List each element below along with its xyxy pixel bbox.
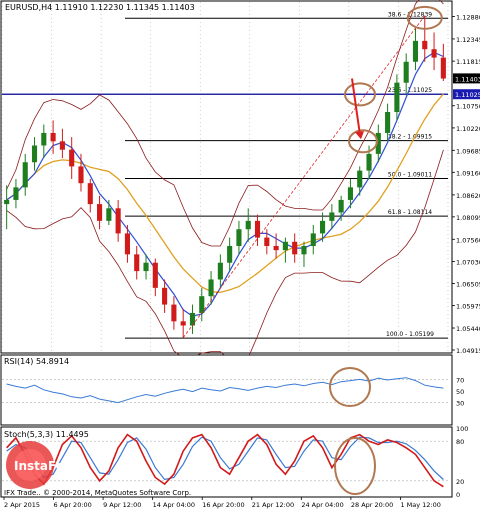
candle-body <box>292 241 298 255</box>
candle-body <box>22 162 28 188</box>
x-tick-label: 21 Apr 12:00 <box>252 501 294 509</box>
candle-body <box>143 262 149 272</box>
candle-body <box>189 312 196 326</box>
rsi-y-tick-label: 70 <box>456 376 464 384</box>
candle-body <box>199 296 205 313</box>
candle-body <box>394 82 400 113</box>
rsi-y-axis: 70 50 30 <box>456 376 464 407</box>
y-tick-label: 1.10220 <box>456 125 480 133</box>
candle-body <box>152 262 158 288</box>
rsi-y-tick-label: 30 <box>456 400 464 408</box>
candle-body <box>236 229 242 246</box>
x-tick-label: 9 Apr 12:00 <box>103 501 141 509</box>
main-panel-frame <box>0 0 453 354</box>
candle-body <box>134 254 140 272</box>
fib-label: 61.8 - 1.08114 <box>388 209 432 216</box>
stoch-y-tick-label: 100 <box>456 425 468 433</box>
candle-body <box>431 49 437 58</box>
instaforex-brand: InstaForex <box>14 459 86 473</box>
candle-body <box>366 153 372 171</box>
rsi-title: RSI(14) 54.8914 <box>4 357 69 366</box>
y-tick-label: 1.10750 <box>456 103 480 111</box>
y-tick-label: 1.12345 <box>456 36 480 44</box>
candle-body <box>13 187 19 200</box>
candle-body <box>41 132 47 146</box>
candle-body <box>422 40 428 50</box>
candle-body <box>162 287 168 305</box>
candle-body <box>329 212 335 221</box>
candle-body <box>78 166 84 184</box>
stoch-y-tick-label: 0 <box>456 491 460 499</box>
candle-body <box>227 245 233 263</box>
candle-body <box>106 208 112 221</box>
x-tick-label: 1 May 12:00 <box>400 501 440 509</box>
main-y-axis: 1.12880 1.12345 1.11815 1.11403 1.11025 1.107… <box>452 14 480 355</box>
y-tick-label: 1.09685 <box>456 147 480 155</box>
stoch-y-axis: 100 80 20 0 <box>456 425 468 499</box>
y-tick-label: 1.06505 <box>456 280 480 288</box>
candle-body <box>4 199 10 205</box>
y-tick-label: 1.04915 <box>456 347 480 355</box>
candle-body <box>254 220 261 238</box>
y-tick-label: 1.07030 <box>456 258 480 266</box>
candle-body <box>217 262 223 280</box>
candle-body <box>208 279 214 297</box>
candle-body <box>310 233 316 246</box>
chart-svg: 38.6 - 1.1283923.6 - 1.1102538.2 - 1.099… <box>0 0 480 509</box>
copyright-line: IFX Trade.. © 2000-2014, MetaQuotes Soft… <box>4 489 191 497</box>
stoch-y-tick-label: 80 <box>456 438 464 446</box>
y-tick-label: 1.08095 <box>456 214 480 222</box>
symbol-header: EURUSD,H4 1.11910 1.12230 1.11345 1.1140… <box>5 3 195 12</box>
candle-body <box>69 149 75 167</box>
y-tick-label: 1.07560 <box>456 236 480 244</box>
candle-body <box>180 321 186 326</box>
candle-body <box>31 145 38 163</box>
rsi-y-tick-label: 50 <box>456 388 464 396</box>
x-tick-label: 16 Apr 20:00 <box>202 501 244 509</box>
fib-label: 38.2 - 1.09915 <box>388 134 432 141</box>
candle-body <box>385 112 391 133</box>
candle-body <box>87 183 93 205</box>
y-tick-label: 1.11025 <box>455 91 480 99</box>
y-tick-label: 1.08620 <box>456 192 480 200</box>
candle-body <box>171 304 177 322</box>
candle-body <box>115 208 121 234</box>
candle-body <box>282 241 288 251</box>
candle-body <box>97 204 103 221</box>
candle-body <box>320 220 326 234</box>
candle-body <box>124 233 130 255</box>
candle-body <box>347 187 353 200</box>
candle-body <box>357 170 363 188</box>
y-tick-label: 1.11403 <box>455 75 480 83</box>
candle-body <box>412 40 419 62</box>
stoch-title: Stoch(5,3,3) 11.4495 <box>4 430 89 439</box>
x-axis: 2 Apr 2015 6 Apr 20:00 9 Apr 12:00 14 Apr 0… <box>3 497 441 509</box>
candle-body <box>301 245 307 255</box>
x-tick-label: 14 Apr 04:00 <box>153 501 195 509</box>
candle-body <box>403 61 409 83</box>
candle-body <box>440 57 446 79</box>
x-tick-label: 2 Apr 2015 <box>4 501 40 509</box>
fib-label: 100.0 - 1.05199 <box>386 331 434 338</box>
candle-body <box>264 237 270 246</box>
stoch-y-tick-label: 20 <box>456 478 464 486</box>
y-tick-label: 1.05440 <box>456 325 480 333</box>
x-tick-label: 28 Apr 20:00 <box>351 501 393 509</box>
y-tick-label: 1.11815 <box>456 58 480 66</box>
candle-body <box>338 199 344 213</box>
candle-body <box>273 245 279 251</box>
y-tick-label: 1.12880 <box>456 14 480 22</box>
y-tick-label: 1.05975 <box>456 303 480 311</box>
x-tick-label: 24 Apr 04:00 <box>301 501 343 509</box>
candle-body <box>50 132 56 142</box>
y-tick-label: 1.09160 <box>456 169 480 177</box>
candle-body <box>59 141 65 150</box>
x-tick-label: 6 Apr 20:00 <box>54 501 92 509</box>
candle-body <box>245 220 251 230</box>
